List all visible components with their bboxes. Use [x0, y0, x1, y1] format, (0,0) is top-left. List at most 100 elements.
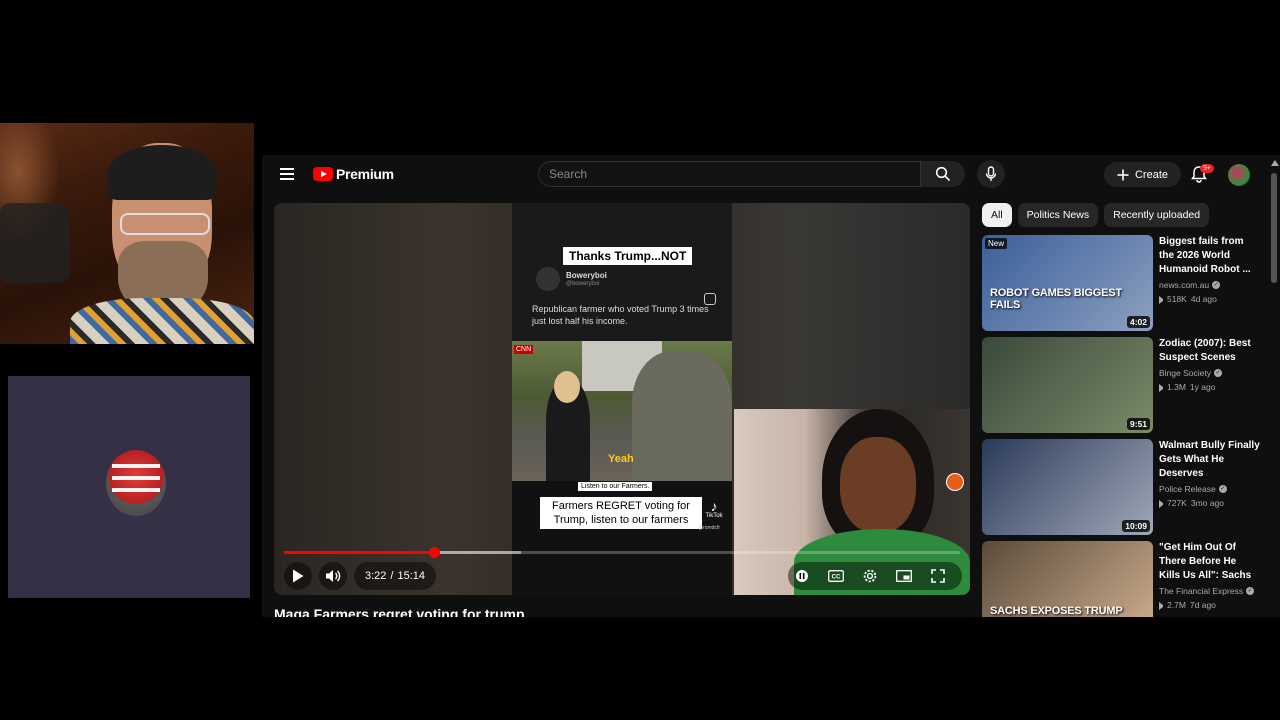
- autoplay-pause-icon: [796, 570, 808, 582]
- captions-button[interactable]: CC: [826, 566, 846, 586]
- video-info: Walmart Bully Finally Gets What He Deser…: [1159, 439, 1260, 508]
- video-title-link[interactable]: Biggest fails from the 2026 World Humano…: [1159, 235, 1260, 277]
- time-separator: /: [390, 570, 394, 582]
- account-avatar[interactable]: [1228, 164, 1250, 186]
- streamer-badge-icon: [946, 473, 964, 491]
- filter-chips: All Politics News Recently uploaded: [982, 203, 1210, 227]
- video-meta: 518K 4d ago: [1159, 294, 1260, 304]
- video-meta: 727K 3mo ago: [1159, 498, 1260, 508]
- view-count: 727K: [1167, 498, 1187, 508]
- channel-name[interactable]: Binge Society: [1159, 368, 1211, 378]
- miniplayer-icon: [896, 570, 912, 582]
- svg-text:CC: CC: [832, 575, 841, 581]
- video-meta: 1.3M 1y ago: [1159, 382, 1260, 392]
- chip-all[interactable]: All: [982, 203, 1012, 227]
- channel-name[interactable]: news.com.au: [1159, 280, 1209, 290]
- new-badge: New: [985, 238, 1008, 249]
- view-count: 518K: [1167, 294, 1187, 304]
- video-thumbnail[interactable]: 9:51: [982, 337, 1153, 433]
- video-info: Zodiac (2007): Best Suspect Scenes Binge …: [1159, 337, 1260, 392]
- verified-check-icon: ✓: [1212, 281, 1221, 289]
- top-caption: Thanks Trump...NOT: [563, 247, 693, 265]
- miniplayer-button[interactable]: [894, 566, 914, 586]
- search-button[interactable]: [921, 161, 965, 187]
- chip-politics-news[interactable]: Politics News: [1017, 203, 1099, 227]
- views-play-icon: [1159, 602, 1163, 610]
- video-title-link[interactable]: Zodiac (2007): Best Suspect Scenes: [1159, 337, 1260, 365]
- search-input[interactable]: Search: [538, 161, 921, 187]
- autoplay-toggle[interactable]: [792, 566, 812, 586]
- streamer-beanie: [108, 145, 216, 200]
- page-scrollbar[interactable]: [1270, 160, 1279, 615]
- video-title-link[interactable]: "Get Him Out Of There Before He Kills Us…: [1159, 541, 1260, 583]
- tiktok-icon: ♪: [710, 498, 718, 514]
- video-thumbnail[interactable]: 10:09: [982, 439, 1153, 535]
- scene-farmer: [632, 351, 732, 481]
- hamburger-menu-icon[interactable]: [280, 168, 294, 180]
- tiktok-label: TikTok: [705, 513, 723, 519]
- view-count: 1.3M: [1167, 382, 1186, 392]
- volume-icon: [326, 570, 341, 582]
- youtube-premium-logo[interactable]: Premium: [313, 166, 394, 182]
- news-scene: CNN Yeah: [512, 341, 732, 481]
- channel-name[interactable]: Police Release: [1159, 484, 1216, 494]
- chip-recently-uploaded[interactable]: Recently uploaded: [1104, 203, 1210, 227]
- tiktok-watermark: ♪ TikTok: [704, 499, 724, 519]
- plus-icon: [1117, 169, 1129, 180]
- video-thumbnail[interactable]: SACHS EXPOSES TRUMP: [982, 541, 1153, 617]
- microphone-icon: [985, 166, 997, 181]
- create-button[interactable]: Create: [1104, 162, 1181, 187]
- recommended-video[interactable]: New ROBOT GAMES BIGGEST FAILS 4:02 Biggest …: [982, 235, 1262, 332]
- voice-search-button[interactable]: [977, 160, 1005, 188]
- youtube-topbar: Premium Search Create 9+: [262, 155, 1280, 195]
- views-play-icon: [1159, 384, 1163, 392]
- verified-check-icon: ✓: [1213, 369, 1222, 377]
- tweet-handle: @boweryboi: [566, 281, 600, 287]
- verified-check-icon: ✓: [1218, 485, 1227, 493]
- search-icon: [935, 166, 951, 182]
- upload-age: 4d ago: [1190, 294, 1217, 304]
- channel-row: Police Release ✓: [1159, 484, 1260, 494]
- verified-check-icon: ✓: [1246, 587, 1255, 595]
- tweet-text: Republican farmer who voted Trump 3 time…: [532, 304, 709, 326]
- guest-avatar-panel: [8, 376, 250, 598]
- video-thumbnail[interactable]: New ROBOT GAMES BIGGEST FAILS 4:02: [982, 235, 1153, 331]
- network-logo: CNN: [514, 345, 534, 354]
- scroll-up-arrow-icon[interactable]: [1271, 160, 1279, 166]
- fullscreen-button[interactable]: [928, 566, 948, 586]
- video-duration: 9:51: [1126, 418, 1150, 430]
- channel-row: The Financial Express ✓: [1159, 586, 1260, 596]
- channel-name[interactable]: The Financial Express: [1159, 586, 1243, 596]
- video-meta: 2.7M 7d ago: [1159, 600, 1260, 610]
- recommended-video[interactable]: 9:51 Zodiac (2007): Best Suspect Scenes Bi…: [982, 337, 1262, 434]
- fullscreen-icon: [931, 569, 945, 583]
- volume-button[interactable]: [319, 562, 347, 590]
- play-button[interactable]: [284, 562, 312, 590]
- progress-scrubber-handle[interactable]: [429, 547, 441, 558]
- recommended-video[interactable]: 10:09 Walmart Bully Finally Gets What He …: [982, 439, 1262, 536]
- scrollbar-thumb[interactable]: [1271, 173, 1277, 283]
- streamer-webcam: [0, 123, 254, 344]
- embedded-video-frame: Thanks Trump...NOT Boweryboi @boweryboi …: [512, 203, 732, 595]
- upload-age: 1y ago: [1189, 382, 1216, 392]
- tweet-author: Boweryboi: [566, 271, 607, 280]
- tiktok-handle: @romdcfr: [698, 525, 721, 531]
- recommended-video[interactable]: SACHS EXPOSES TRUMP "Get Him Out Of There…: [982, 541, 1262, 617]
- channel-row: Binge Society ✓: [1159, 368, 1260, 378]
- video-title-link[interactable]: Walmart Bully Finally Gets What He Deser…: [1159, 439, 1260, 481]
- video-info: Biggest fails from the 2026 World Humano…: [1159, 235, 1260, 304]
- gear-icon: [863, 569, 877, 583]
- time-display: 3:22 / 15:14: [354, 562, 437, 590]
- streamer-glasses: [120, 213, 210, 235]
- streamer-shirt: [70, 298, 254, 344]
- logo-text: Premium: [336, 166, 394, 182]
- scene-reporter-head: [554, 371, 580, 403]
- thumbnail-text: ROBOT GAMES BIGGEST FAILS: [990, 287, 1122, 311]
- video-player[interactable]: Thanks Trump...NOT Boweryboi @boweryboi …: [274, 203, 970, 595]
- video-title: Maga Farmers regret voting for trump: [274, 606, 525, 617]
- settings-button[interactable]: [860, 566, 880, 586]
- progress-bar[interactable]: [284, 547, 960, 558]
- youtube-window: Premium Search Create 9+ Thanks Trump...…: [262, 155, 1280, 617]
- notification-count-badge: 9+: [1200, 164, 1214, 173]
- main-caption: Farmers REGRET voting for Trump, listen …: [540, 497, 702, 529]
